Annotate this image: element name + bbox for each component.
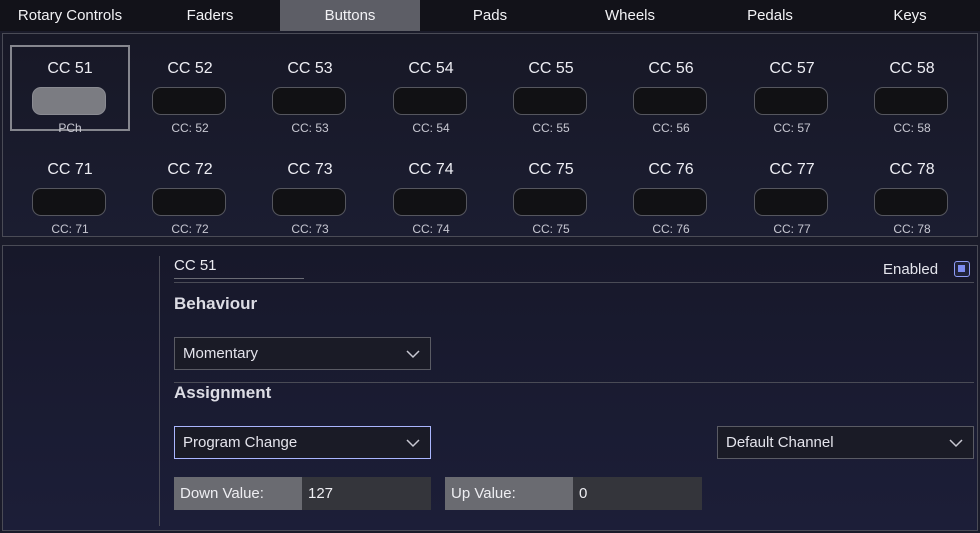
tab-bar: Rotary Controls Faders Buttons Pads Whee…: [0, 0, 980, 31]
channel-select[interactable]: Default Channel: [717, 426, 974, 459]
button-cell-assignment: CC: 73: [291, 222, 329, 236]
button-cell-assignment: CC: 55: [532, 121, 570, 135]
chevron-down-icon: [949, 439, 963, 448]
button-pad[interactable]: [393, 188, 467, 216]
button-cell-label: CC 72: [167, 161, 213, 178]
button-pad[interactable]: [272, 87, 346, 115]
button-cell-cc-73[interactable]: CC 73 CC: 73: [250, 146, 370, 236]
button-pad[interactable]: [152, 87, 226, 115]
button-cell-label: CC 71: [47, 161, 93, 178]
tab-pads[interactable]: Pads: [420, 0, 560, 31]
button-cell-cc-57[interactable]: CC 57 CC: 57: [732, 45, 852, 135]
button-pad[interactable]: [393, 87, 467, 115]
header-divider: [174, 282, 974, 283]
assignment-type-select[interactable]: Program Change: [174, 426, 431, 459]
button-pad[interactable]: [874, 188, 948, 216]
button-cell-assignment: CC: 57: [773, 121, 811, 135]
button-cell-cc-53[interactable]: CC 53 CC: 53: [250, 45, 370, 135]
button-cell-label: CC 57: [769, 60, 815, 77]
button-cell-assignment: CC: 77: [773, 222, 811, 236]
button-cell-assignment: CC: 52: [171, 121, 209, 135]
up-value-label: Up Value:: [445, 477, 573, 510]
tab-buttons[interactable]: Buttons: [280, 0, 420, 31]
button-cell-cc-56[interactable]: CC 56 CC: 56: [611, 45, 731, 135]
enabled-label: Enabled: [883, 261, 939, 278]
button-cell-assignment: CC: 58: [893, 121, 931, 135]
button-pad[interactable]: [513, 188, 587, 216]
tab-pedals[interactable]: Pedals: [700, 0, 840, 31]
button-cell-label: CC 51: [47, 60, 93, 77]
control-name-field[interactable]: CC 51: [174, 256, 304, 279]
panel-divider: [159, 256, 160, 526]
button-detail-panel: CC 51 Enabled Behaviour Momentary Assign…: [2, 245, 978, 531]
button-pad[interactable]: [633, 188, 707, 216]
button-cell-assignment: CC: 74: [412, 222, 450, 236]
button-cell-assignment: CC: 72: [171, 222, 209, 236]
button-cell-cc-55[interactable]: CC 55 CC: 55: [491, 45, 611, 135]
tab-rotary-controls[interactable]: Rotary Controls: [0, 0, 140, 31]
button-cell-cc-54[interactable]: CC 54 CC: 54: [371, 45, 491, 135]
button-cell-cc-77[interactable]: CC 77 CC: 77: [732, 146, 852, 236]
button-cell-label: CC 78: [889, 161, 935, 178]
button-cell-cc-74[interactable]: CC 74 CC: 74: [371, 146, 491, 236]
button-cell-label: CC 53: [287, 60, 333, 77]
button-cell-assignment: CC: 75: [532, 222, 570, 236]
button-cell-assignment: CC: 54: [412, 121, 450, 135]
enabled-checkbox[interactable]: [954, 261, 970, 277]
button-cell-label: CC 74: [408, 161, 454, 178]
chevron-down-icon: [406, 350, 420, 359]
button-cell-cc-52[interactable]: CC 52 CC: 52: [130, 45, 250, 135]
chevron-down-icon: [406, 439, 420, 448]
button-cell-assignment: CC: 71: [51, 222, 89, 236]
button-cell-label: CC 75: [528, 161, 574, 178]
behaviour-select-value: Momentary: [183, 345, 259, 362]
assignment-type-value: Program Change: [183, 434, 298, 451]
button-cell-cc-75[interactable]: CC 75 CC: 75: [491, 146, 611, 236]
down-value-input[interactable]: 127: [302, 477, 431, 510]
button-pad[interactable]: [754, 87, 828, 115]
button-cell-cc-78[interactable]: CC 78 CC: 78: [852, 146, 972, 236]
button-cell-label: CC 52: [167, 60, 213, 77]
down-value-field[interactable]: Down Value: 127: [174, 477, 431, 510]
behaviour-heading: Behaviour: [174, 294, 258, 313]
tab-keys[interactable]: Keys: [840, 0, 980, 31]
button-pad[interactable]: [32, 188, 106, 216]
down-value-label: Down Value:: [174, 477, 302, 510]
button-cell-assignment: CC: 78: [893, 222, 931, 236]
button-pad[interactable]: [272, 188, 346, 216]
button-cell-label: CC 55: [528, 60, 574, 77]
button-pad[interactable]: [754, 188, 828, 216]
button-cell-label: CC 58: [889, 60, 935, 77]
behaviour-select[interactable]: Momentary: [174, 337, 431, 370]
button-cell-cc-76[interactable]: CC 76 CC: 76: [611, 146, 731, 236]
button-cell-assignment: PCh: [58, 121, 82, 135]
button-pad[interactable]: [874, 87, 948, 115]
button-cell-cc-51[interactable]: CC 51 PCh: [10, 45, 130, 135]
buttons-grid-panel: CC 51 PCh CC 52 CC: 52 CC 53 CC: 53 CC 5…: [2, 33, 978, 237]
button-cell-label: CC 56: [648, 60, 694, 77]
button-cell-label: CC 77: [769, 161, 815, 178]
tab-wheels[interactable]: Wheels: [560, 0, 700, 31]
button-cell-assignment: CC: 56: [652, 121, 690, 135]
up-value-field[interactable]: Up Value: 0: [445, 477, 702, 510]
button-pad[interactable]: [513, 87, 587, 115]
button-cell-cc-58[interactable]: CC 58 CC: 58: [852, 45, 972, 135]
button-cell-assignment: CC: 76: [652, 222, 690, 236]
button-cell-assignment: CC: 53: [291, 121, 329, 135]
button-pad[interactable]: [152, 188, 226, 216]
button-cell-cc-71[interactable]: CC 71 CC: 71: [10, 146, 130, 236]
up-value-input[interactable]: 0: [573, 477, 702, 510]
section-divider: [174, 382, 974, 383]
button-pad[interactable]: [633, 87, 707, 115]
channel-select-value: Default Channel: [726, 434, 834, 451]
button-cell-label: CC 76: [648, 161, 694, 178]
button-cell-cc-72[interactable]: CC 72 CC: 72: [130, 146, 250, 236]
assignment-heading: Assignment: [174, 383, 272, 402]
button-cell-label: CC 54: [408, 60, 454, 77]
button-pad[interactable]: [32, 87, 106, 115]
button-cell-label: CC 73: [287, 161, 333, 178]
tab-faders[interactable]: Faders: [140, 0, 280, 31]
